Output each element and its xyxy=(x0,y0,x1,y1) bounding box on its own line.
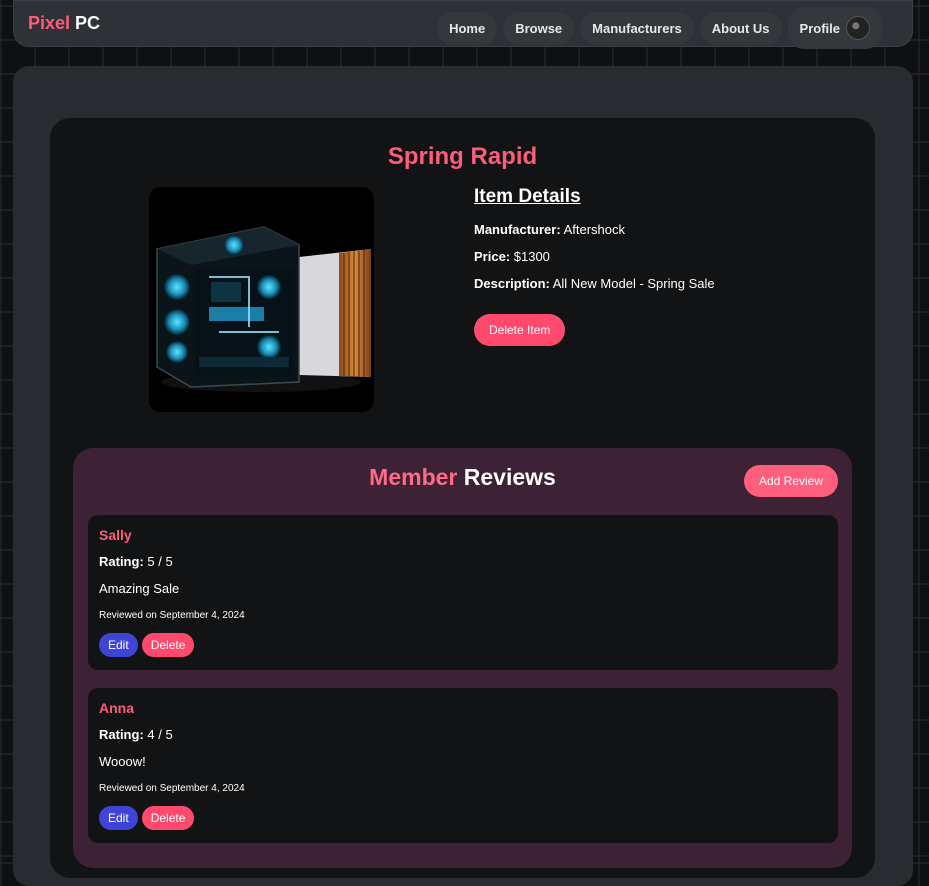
brand-part-2: PC xyxy=(75,13,101,33)
review-actions: Edit Delete xyxy=(99,633,195,657)
reviews-title-part-1: Member xyxy=(369,464,458,490)
review-card: Sally Rating: 5 / 5 Amazing Sale Reviewe… xyxy=(88,515,838,670)
delete-review-button[interactable]: Delete xyxy=(141,633,195,657)
top-navbar: Pixel PC Home Browse Manufacturers About… xyxy=(13,0,913,49)
review-rating: Rating: 4 / 5 xyxy=(99,727,173,742)
description-value: All New Model - Spring Sale xyxy=(552,276,715,291)
profile-label: Profile xyxy=(799,20,840,36)
description-label: Description: xyxy=(474,276,550,291)
brand-logo[interactable]: Pixel PC xyxy=(28,13,100,34)
description-row: Description: All New Model - Spring Sale xyxy=(474,276,854,291)
nav-profile-link[interactable]: Profile xyxy=(787,7,882,49)
item-details-heading: Item Details xyxy=(474,186,581,207)
avatar xyxy=(846,16,870,40)
item-details: Item Details Manufacturer: Aftershock Pr… xyxy=(474,186,854,303)
rating-value: 5 / 5 xyxy=(147,554,173,569)
manufacturer-value: Aftershock xyxy=(563,222,626,237)
delete-review-button[interactable]: Delete xyxy=(141,806,195,830)
review-text: Amazing Sale xyxy=(99,581,180,596)
nav-home-link[interactable]: Home xyxy=(437,11,498,45)
reviewer-name: Sally xyxy=(99,527,132,543)
brand-part-1: Pixel xyxy=(28,13,71,33)
review-rating: Rating: 5 / 5 xyxy=(99,554,173,569)
price-label: Price: xyxy=(474,249,511,264)
product-title: Spring Rapid xyxy=(387,143,538,170)
manufacturer-row: Manufacturer: Aftershock xyxy=(474,222,854,237)
pc-case-image xyxy=(149,187,374,412)
nav-about-link[interactable]: About Us xyxy=(699,11,782,45)
price-value: $1300 xyxy=(513,249,550,264)
rating-value: 4 / 5 xyxy=(147,727,173,742)
nav-browse-link[interactable]: Browse xyxy=(503,11,575,45)
reviews-section: Member Reviews Add Review Sally Rating: … xyxy=(73,448,852,868)
nav-links: Home Browse Manufacturers About Us Profi… xyxy=(437,7,882,49)
review-card: Anna Rating: 4 / 5 Wooow! Reviewed on Se… xyxy=(88,688,838,843)
review-date: Reviewed on September 4, 2024 xyxy=(99,610,245,621)
rating-label: Rating: xyxy=(99,554,144,569)
add-review-button[interactable]: Add Review xyxy=(743,465,838,497)
reviews-title-part-2: Reviews xyxy=(463,464,556,490)
edit-review-button[interactable]: Edit xyxy=(99,806,138,830)
product-image xyxy=(149,187,374,412)
reviewer-name: Anna xyxy=(99,700,134,716)
reviews-title: Member Reviews xyxy=(73,464,852,491)
price-row: Price: $1300 xyxy=(474,249,854,264)
delete-item-button[interactable]: Delete Item xyxy=(474,314,566,346)
nav-manufacturers-link[interactable]: Manufacturers xyxy=(580,11,694,45)
review-date: Reviewed on September 4, 2024 xyxy=(99,783,245,794)
edit-review-button[interactable]: Edit xyxy=(99,633,138,657)
manufacturer-label: Manufacturer: xyxy=(474,222,561,237)
review-text: Wooow! xyxy=(99,754,146,769)
review-actions: Edit Delete xyxy=(99,806,195,830)
rating-label: Rating: xyxy=(99,727,144,742)
